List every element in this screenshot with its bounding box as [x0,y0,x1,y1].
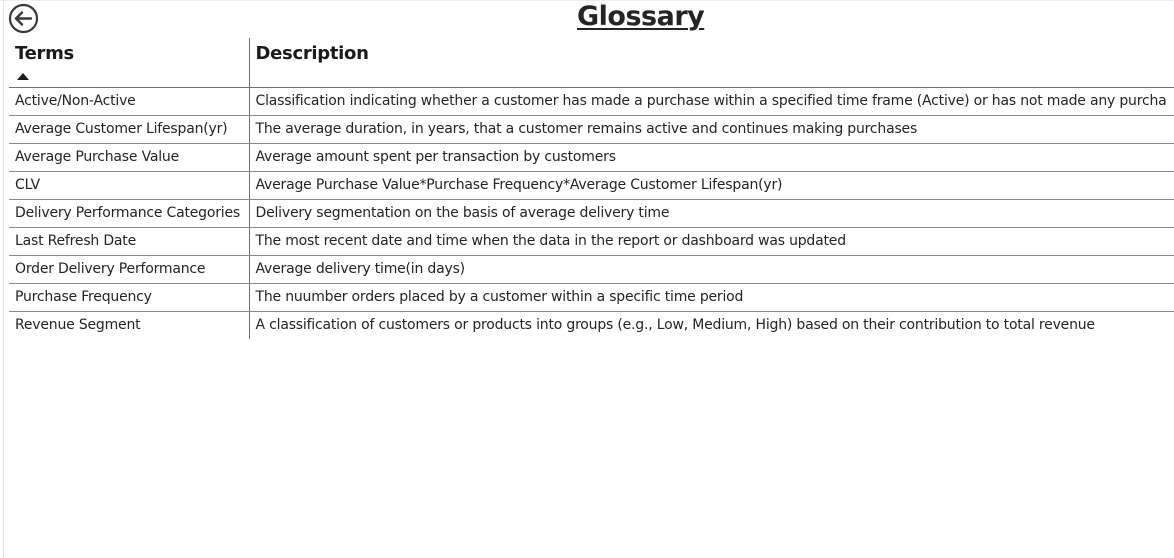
cell-term: Last Refresh Date [9,227,250,256]
glossary-table-visual: Terms Description Active/Non-Active Clas… [9,38,1174,339]
page-title: Glossary [577,1,705,32]
cell-term: Active/Non-Active [9,87,250,116]
table-row[interactable]: CLV Average Purchase Value*Purchase Freq… [9,171,1174,200]
cell-term: Purchase Frequency [9,283,250,312]
cell-term: Average Customer Lifespan(yr) [9,115,250,144]
cell-description: The nuumber orders placed by a customer … [249,283,1174,312]
column-header-terms[interactable]: Terms [9,38,250,88]
table-row[interactable]: Last Refresh Date The most recent date a… [9,227,1174,256]
cell-description: Classification indicating whether a cust… [249,87,1174,116]
table-row[interactable]: Order Delivery Performance Average deliv… [9,255,1174,284]
table-row[interactable]: Purchase Frequency The nuumber orders pl… [9,283,1174,312]
back-arrow-circle-icon [8,3,38,33]
left-border [3,0,4,558]
table-header-row: Terms Description [9,38,1174,88]
back-button[interactable] [7,3,39,33]
cell-description: A classification of customers or product… [255,317,1096,334]
column-header-label: Terms [15,43,74,64]
column-header-label: Description [255,43,369,64]
table-row[interactable]: Average Customer Lifespan(yr) The averag… [9,115,1174,144]
cell-description: Average delivery time(in days) [249,255,1174,284]
cell-term: Average Purchase Value [9,143,250,172]
table-row[interactable]: Active/Non-Active Classification indicat… [9,87,1174,116]
cell-term: CLV [9,171,250,200]
table-row[interactable]: Average Purchase Value Average amount sp… [9,143,1174,172]
cell-term: Order Delivery Performance [9,255,250,284]
cell-description: Delivery segmentation on the basis of av… [249,199,1174,228]
report-page: Glossary Terms Description Active/Non-Ac… [0,0,1174,558]
cell-description: The most recent date and time when the d… [249,227,1174,256]
table-row[interactable]: Delivery Performance Categories Delivery… [9,199,1174,228]
cell-term: Revenue Segment [9,311,250,339]
table-row[interactable]: Revenue Segment A classification of cust… [9,311,1174,339]
cell-term: Delivery Performance Categories [9,199,250,228]
cell-description: Average Purchase Value*Purchase Frequenc… [249,171,1174,200]
glossary-table: Terms Description Active/Non-Active Clas… [9,38,1174,339]
cell-description: The average duration, in years, that a c… [249,115,1174,144]
cell-description: Average amount spent per transaction by … [249,143,1174,172]
sort-ascending-icon [17,73,29,80]
column-header-description[interactable]: Description [249,38,1174,88]
